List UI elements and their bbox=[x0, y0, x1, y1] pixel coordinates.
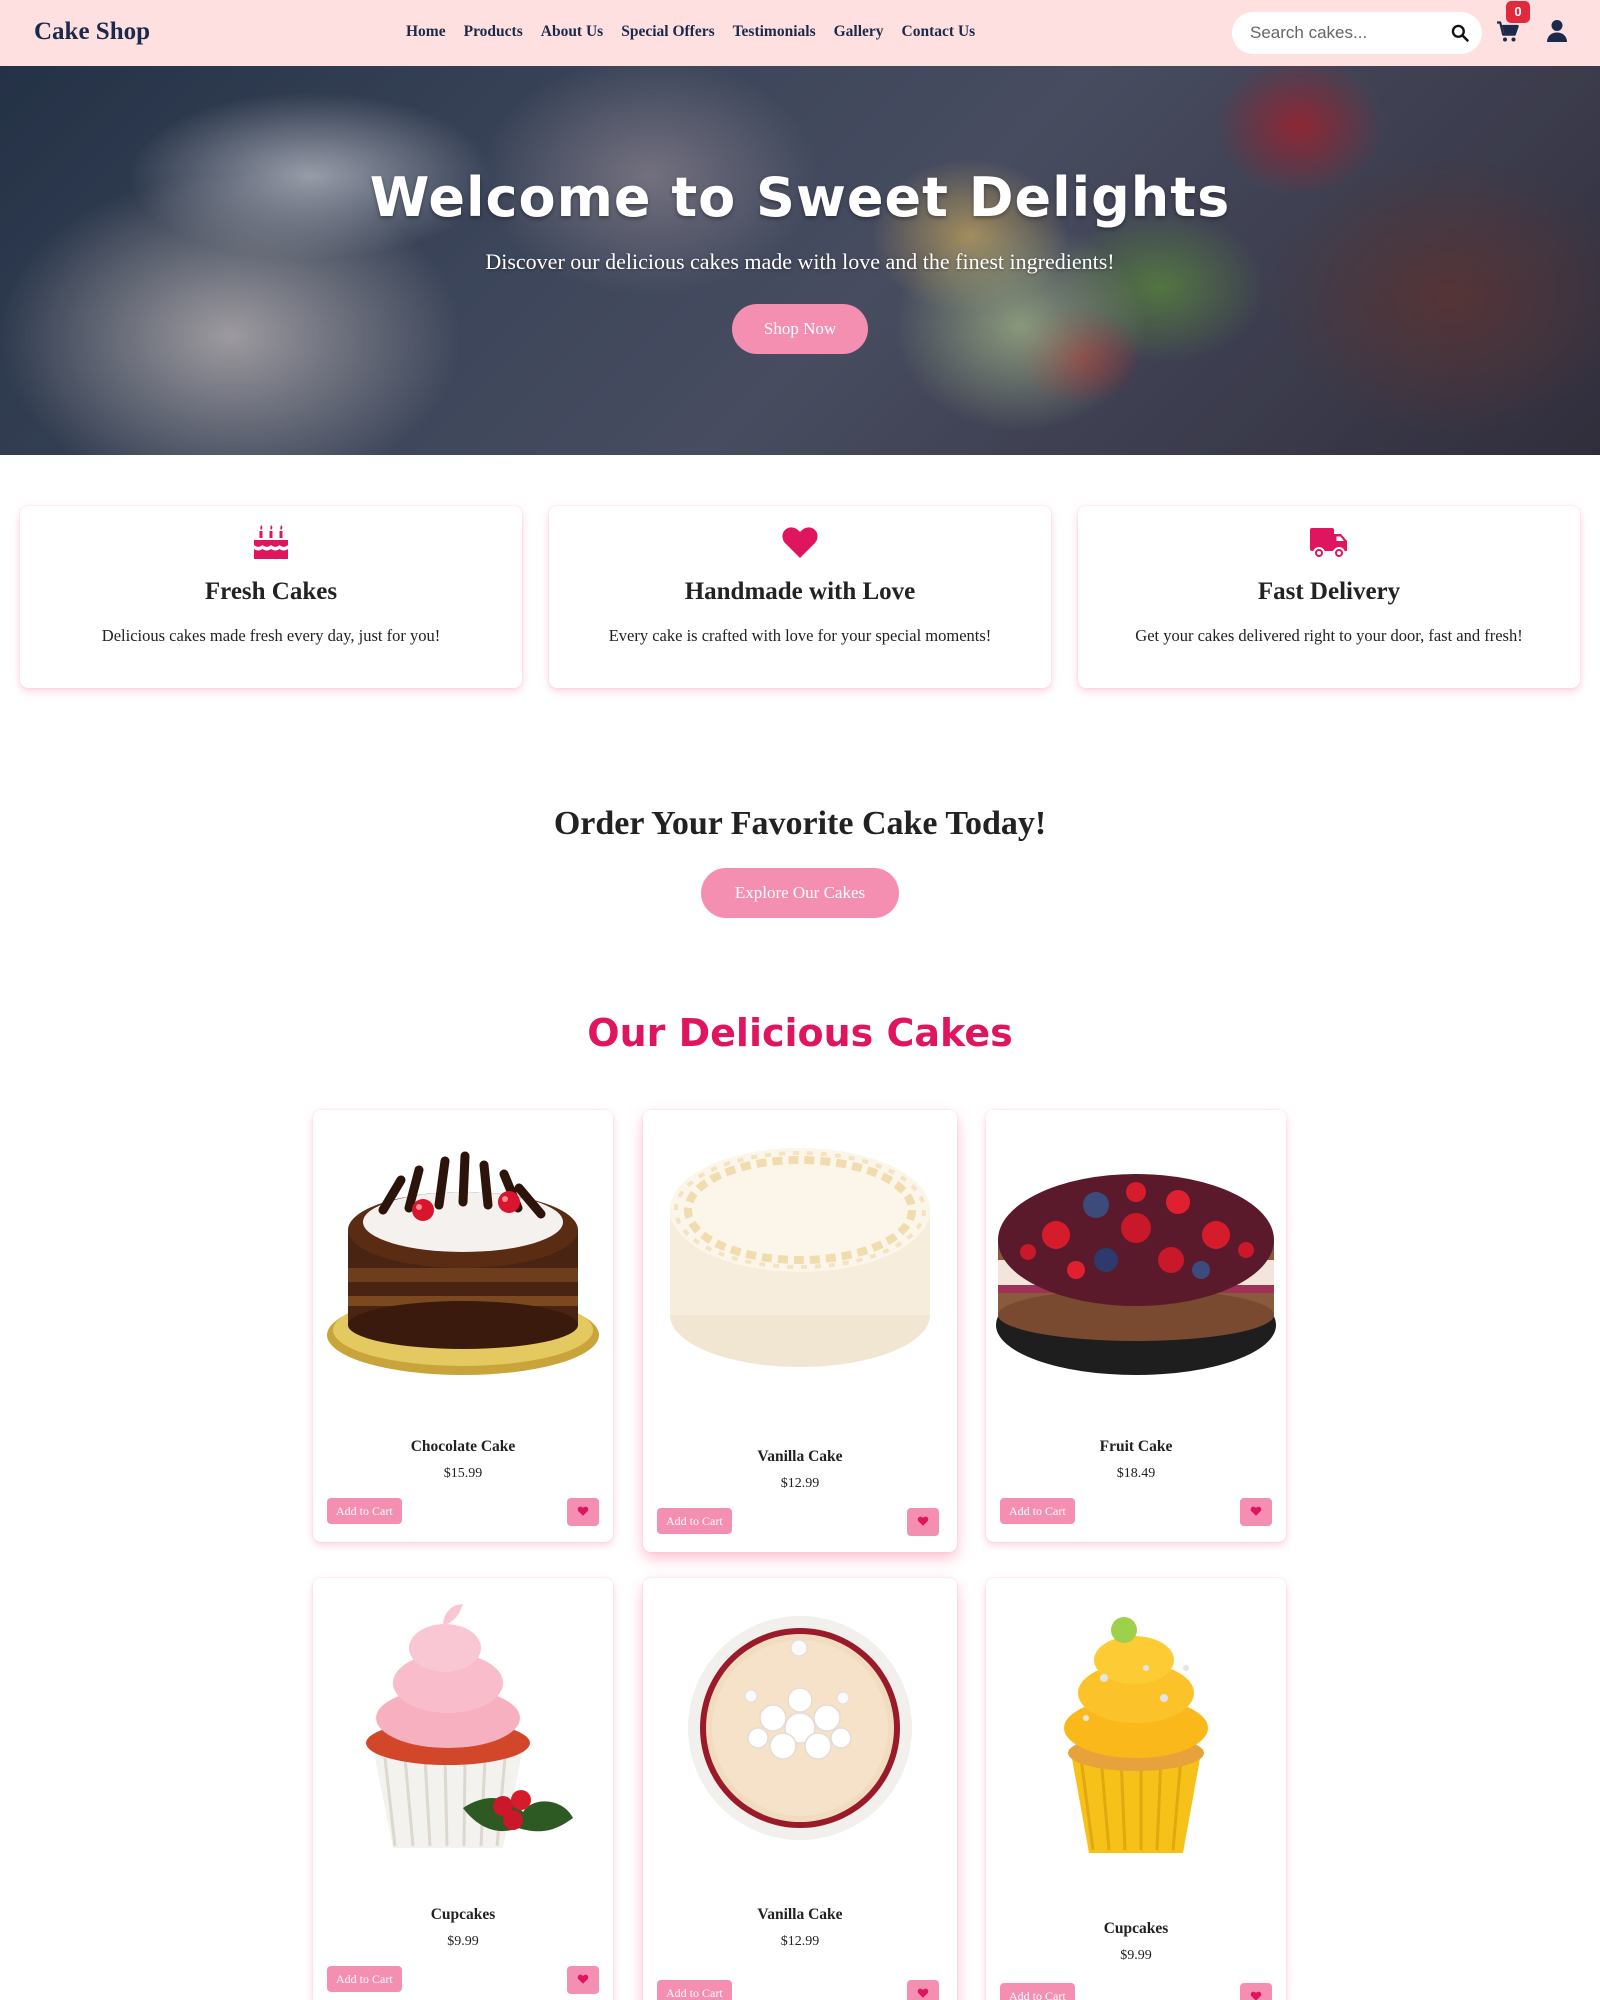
user-icon[interactable] bbox=[1546, 19, 1568, 43]
add-to-cart-button[interactable]: Add to Cart bbox=[327, 1966, 402, 1992]
search-input[interactable] bbox=[1250, 22, 1440, 44]
site-header: Cake Shop Home Products About Us Special… bbox=[0, 0, 1600, 66]
heart-icon bbox=[577, 1974, 589, 1984]
chocolate-cake-image bbox=[313, 1110, 613, 1410]
favorite-button[interactable] bbox=[907, 1980, 939, 2000]
heart-icon bbox=[782, 527, 818, 558]
product-card-vanilla-cake-2: Vanilla Cake $12.99 Add to Cart bbox=[643, 1578, 957, 2000]
product-price: $18.49 bbox=[1116, 1466, 1156, 1481]
hero-banner: Welcome to Sweet Delights Discover our d… bbox=[0, 66, 1600, 455]
favorite-button[interactable] bbox=[567, 1966, 599, 1994]
product-name: Vanilla Cake bbox=[757, 1448, 843, 1465]
birthday-cake-icon bbox=[254, 525, 288, 559]
main-nav: Home Products About Us Special Offers Te… bbox=[406, 23, 975, 41]
feature-title: Fast Delivery bbox=[1257, 578, 1401, 605]
feature-title: Fresh Cakes bbox=[204, 578, 338, 605]
add-to-cart-button[interactable]: Add to Cart bbox=[1000, 1498, 1075, 1524]
heart-icon bbox=[917, 1988, 929, 1998]
add-to-cart-button[interactable]: Add to Cart bbox=[327, 1498, 402, 1524]
product-card-cupcakes-2: Cupcakes $9.99 Add to Cart bbox=[986, 1578, 1286, 2000]
vanilla-cake-image bbox=[643, 1110, 957, 1410]
nav-special-offers[interactable]: Special Offers bbox=[621, 23, 714, 41]
product-price: $9.99 bbox=[447, 1934, 479, 1949]
product-card-vanilla-cake: Vanilla Cake $12.99 Add to Cart bbox=[643, 1110, 957, 1552]
product-card-chocolate-cake: Chocolate Cake $15.99 Add to Cart bbox=[313, 1110, 613, 1542]
nav-contact-us[interactable]: Contact Us bbox=[902, 23, 976, 41]
fruit-cake-image bbox=[986, 1110, 1286, 1410]
favorite-button[interactable] bbox=[1240, 1983, 1272, 2000]
add-to-cart-button[interactable]: Add to Cart bbox=[657, 1980, 732, 2000]
feature-card-fast-delivery: Fast Delivery Get your cakes delivered r… bbox=[1078, 506, 1580, 688]
favorite-button[interactable] bbox=[567, 1498, 599, 1526]
feature-card-handmade: Handmade with Love Every cake is crafted… bbox=[549, 506, 1051, 688]
pink-cupcake-image bbox=[313, 1578, 613, 1878]
section-title: Our Delicious Cakes bbox=[587, 1011, 1013, 1055]
feature-text: Delicious cakes made fresh every day, ju… bbox=[101, 626, 441, 645]
explore-cakes-button[interactable]: Explore Our Cakes bbox=[701, 868, 899, 918]
search-box bbox=[1232, 12, 1482, 54]
vanilla-meringue-cake-image bbox=[643, 1578, 957, 1878]
feature-text: Every cake is crafted with love for your… bbox=[608, 626, 992, 645]
product-price: $15.99 bbox=[443, 1466, 483, 1481]
truck-icon bbox=[1310, 528, 1347, 559]
add-to-cart-button[interactable]: Add to Cart bbox=[657, 1508, 732, 1534]
feature-card-fresh-cakes: Fresh Cakes Delicious cakes made fresh e… bbox=[20, 506, 522, 688]
heart-icon bbox=[1250, 1991, 1262, 2000]
feature-text: Get your cakes delivered right to your d… bbox=[1135, 626, 1523, 645]
hero-subtitle: Discover our delicious cakes made with l… bbox=[485, 249, 1115, 274]
nav-home[interactable]: Home bbox=[406, 23, 446, 41]
nav-testimonials[interactable]: Testimonials bbox=[733, 23, 816, 41]
nav-about-us[interactable]: About Us bbox=[541, 23, 603, 41]
cart-icon[interactable] bbox=[1496, 20, 1520, 44]
product-name: Vanilla Cake bbox=[757, 1906, 843, 1923]
product-name: Fruit Cake bbox=[1099, 1438, 1173, 1455]
product-card-cupcakes: Cupcakes $9.99 Add to Cart bbox=[313, 1578, 613, 2000]
site-logo[interactable]: Cake Shop bbox=[34, 18, 150, 46]
hero-title: Welcome to Sweet Delights bbox=[369, 166, 1231, 229]
product-price: $12.99 bbox=[780, 1934, 820, 1949]
heart-icon bbox=[577, 1506, 589, 1516]
product-name: Cupcakes bbox=[1103, 1920, 1169, 1937]
product-card-fruit-cake: Fruit Cake $18.49 Add to Cart bbox=[986, 1110, 1286, 1542]
nav-gallery[interactable]: Gallery bbox=[834, 23, 884, 41]
heart-icon bbox=[917, 1516, 929, 1526]
product-name: Cupcakes bbox=[430, 1906, 496, 1923]
favorite-button[interactable] bbox=[1240, 1498, 1272, 1526]
product-price: $9.99 bbox=[1120, 1948, 1152, 1963]
heart-icon bbox=[1250, 1506, 1262, 1516]
yellow-cupcake-image bbox=[986, 1578, 1286, 1878]
product-name: Chocolate Cake bbox=[410, 1438, 516, 1455]
product-price: $12.99 bbox=[780, 1476, 820, 1491]
favorite-button[interactable] bbox=[907, 1508, 939, 1536]
nav-products[interactable]: Products bbox=[464, 23, 523, 41]
add-to-cart-button[interactable]: Add to Cart bbox=[1000, 1983, 1075, 2000]
search-icon[interactable] bbox=[1450, 23, 1470, 43]
feature-title: Handmade with Love bbox=[684, 578, 916, 605]
shop-now-button[interactable]: Shop Now bbox=[732, 304, 868, 354]
cta-title: Order Your Favorite Cake Today! bbox=[553, 805, 1047, 842]
cart-count-badge: 0 bbox=[1506, 1, 1530, 23]
